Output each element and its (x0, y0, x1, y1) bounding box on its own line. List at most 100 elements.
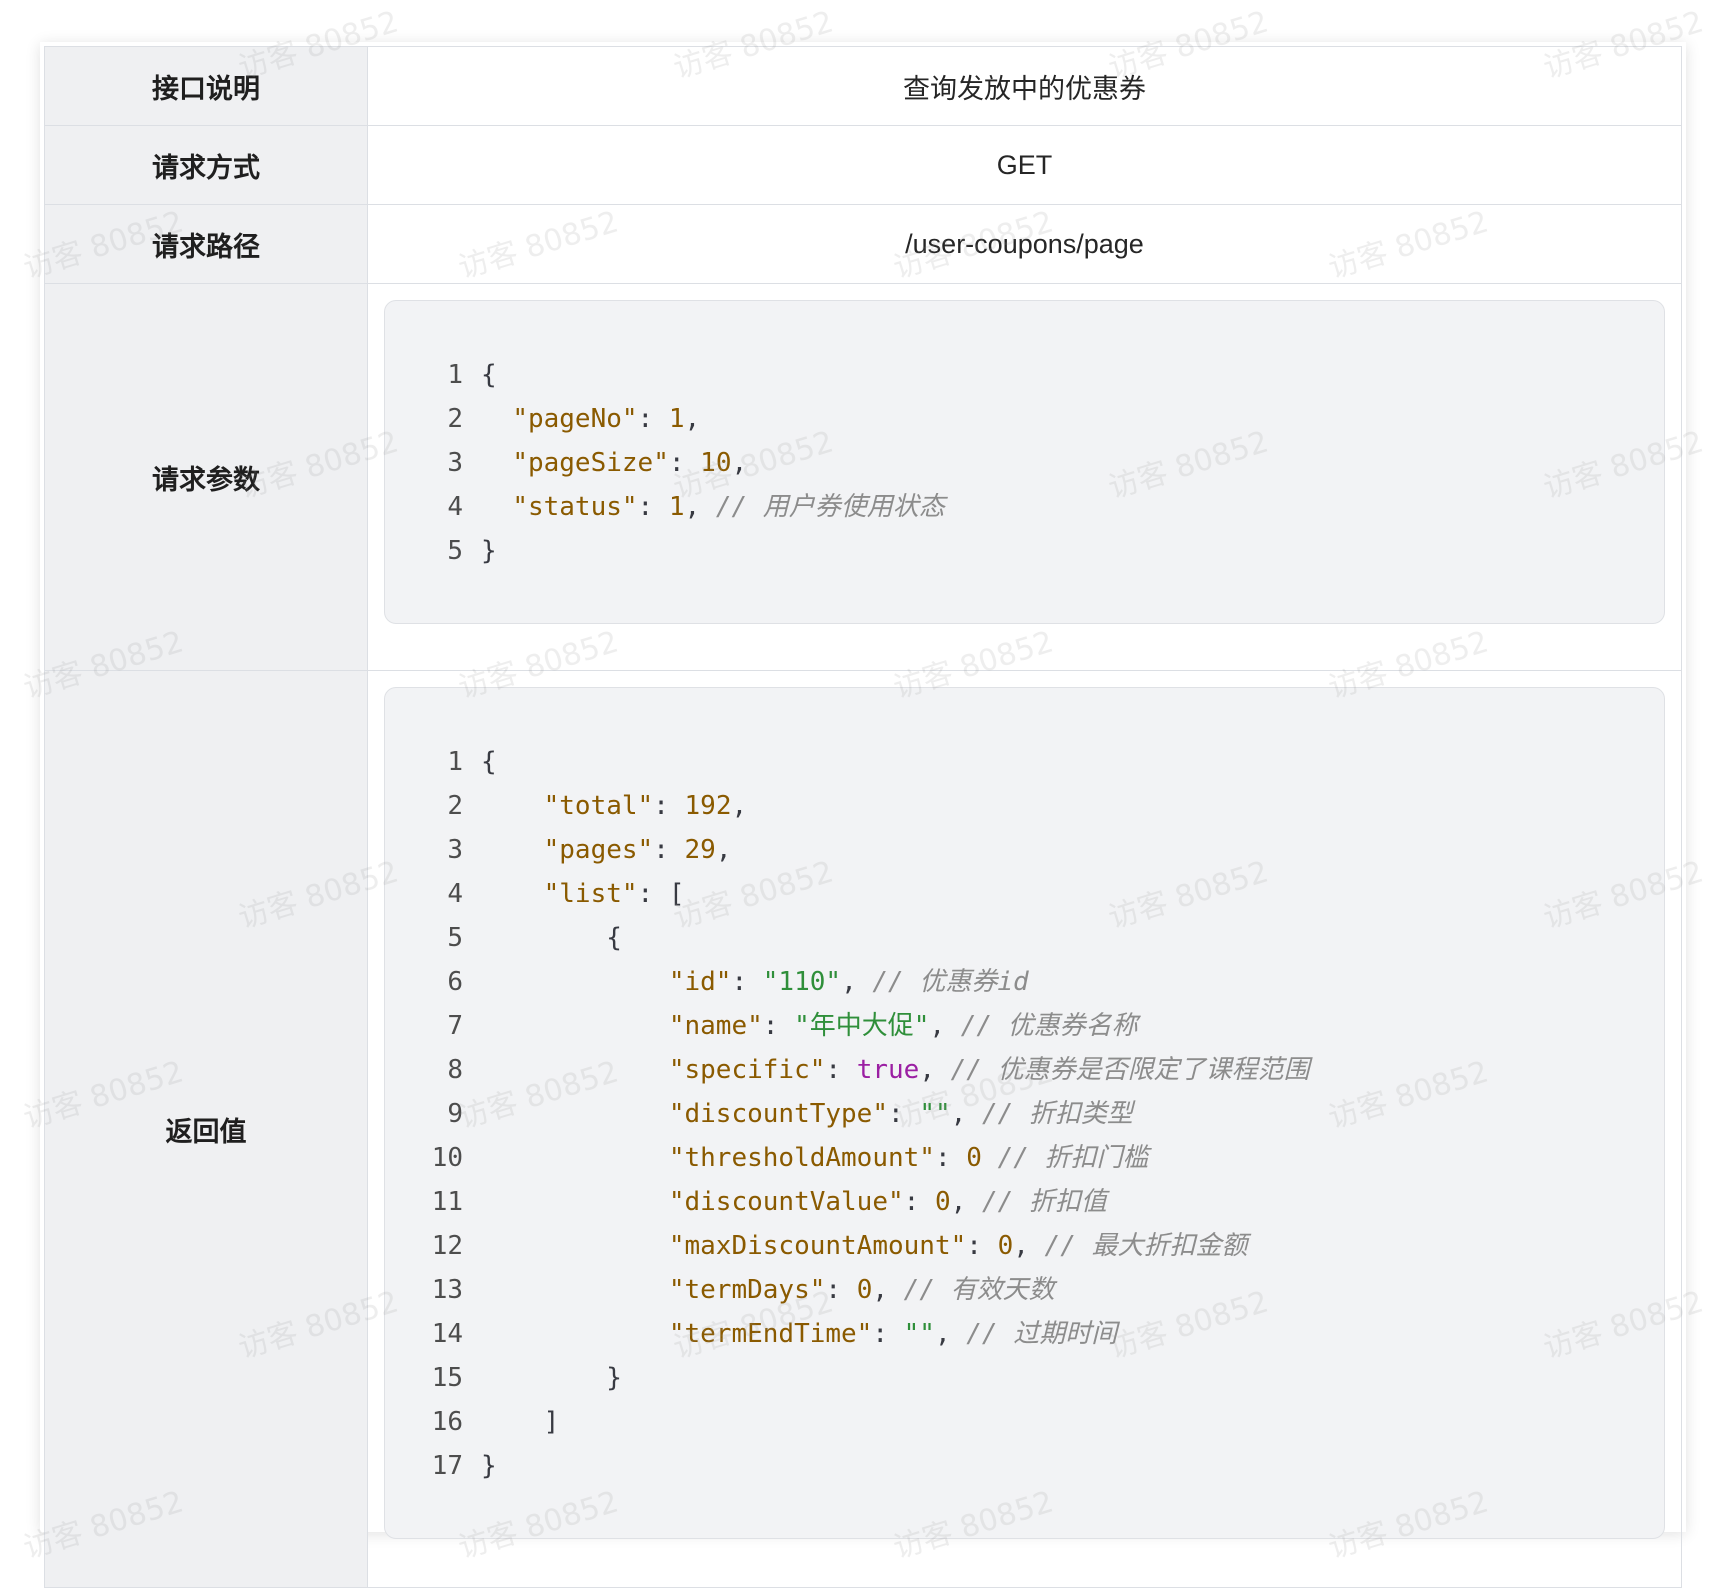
code-punct: : (637, 404, 669, 434)
code-key: "total" (543, 791, 654, 821)
line-number: 5 (447, 536, 463, 566)
response-code-block[interactable]: 1{2 "total": 192, 3 "pages": 29, 4 "list":… (384, 687, 1665, 1539)
table-row: 接口说明 查询发放中的优惠券 (44, 46, 1682, 126)
row-key-params: 请求参数 (44, 283, 368, 671)
code-line: 4 "status": 1, // 用户券使用状态 (427, 485, 1664, 529)
code-punct: , (715, 835, 732, 865)
code-punct (982, 1143, 998, 1173)
line-number: 1 (447, 360, 463, 390)
code-punct: , (731, 448, 748, 478)
code-punct: , (684, 404, 701, 434)
code-key: "maxDiscountAmount" (668, 1231, 967, 1261)
request-params-code-block[interactable]: 1{2 "pageNo": 1, 3 "pageSize": 10, 4 "stat… (384, 300, 1665, 624)
code-punct: , (872, 1275, 904, 1305)
code-punct: [ (668, 879, 685, 909)
line-number: 6 (447, 967, 463, 997)
code-comment: // 折扣门槛 (997, 1143, 1149, 1173)
code-line: 1{ (427, 740, 1664, 784)
code-line: 4 "list": [ (427, 872, 1664, 916)
code-punct: , (934, 1319, 967, 1349)
code-punct: : (653, 835, 685, 865)
code-punct: : (668, 448, 701, 478)
code-key: "discountValue" (668, 1187, 904, 1217)
code-line: 13 "termDays": 0, // 有效天数 (427, 1268, 1664, 1312)
code-key: "specific" (668, 1055, 826, 1085)
code-comment: // 有效天数 (903, 1275, 1055, 1305)
code-line: 10 "thresholdAmount": 0 // 折扣门槛 (427, 1136, 1664, 1180)
code-line: 3 "pageSize": 10, (427, 441, 1664, 485)
line-number: 9 (447, 1099, 463, 1129)
code-punct: : (888, 1099, 920, 1129)
row-key-return: 返回值 (44, 670, 368, 1588)
code-number: 0 (856, 1275, 873, 1305)
code-punct: : (762, 1011, 795, 1041)
code-line: 2 "total": 192, (427, 784, 1664, 828)
code-comment: // 过期时间 (966, 1319, 1118, 1349)
code-comment: // 优惠券是否限定了课程范围 (950, 1055, 1310, 1085)
line-number: 4 (447, 492, 463, 522)
code-punct: } (606, 1363, 622, 1393)
code-punct: : (825, 1055, 857, 1085)
code-boolean: true (856, 1055, 920, 1085)
line-number: 3 (447, 835, 463, 865)
line-number: 7 (447, 1011, 463, 1041)
code-line: 6 "id": "110", // 优惠券id (427, 960, 1664, 1004)
code-comment: // 用户券使用状态 (715, 492, 945, 522)
row-value-path: /user-coupons/page (367, 204, 1682, 284)
code-key: "list" (543, 879, 638, 909)
code-line: 2 "pageNo": 1, (427, 397, 1664, 441)
line-number: 10 (431, 1143, 463, 1173)
line-number: 16 (431, 1407, 463, 1437)
code-comment: // 折扣类型 (981, 1099, 1133, 1129)
line-number: 2 (447, 404, 463, 434)
code-string: "" (903, 1319, 935, 1349)
code-key: "pageNo" (512, 404, 638, 434)
table-row: 返回值 1{2 "total": 192, 3 "pages": 29, 4 "li… (44, 670, 1682, 1588)
line-number: 13 (431, 1275, 463, 1305)
code-punct: : (903, 1187, 935, 1217)
code-line: 14 "termEndTime": "", // 过期时间 (427, 1312, 1664, 1356)
code-line: 1{ (427, 353, 1664, 397)
code-comment: // 优惠券id (872, 967, 1029, 997)
code-punct: , (841, 967, 873, 997)
code-punct: : (653, 791, 685, 821)
code-line: 12 "maxDiscountAmount": 0, // 最大折扣金额 (427, 1224, 1664, 1268)
code-number: 0 (966, 1143, 982, 1173)
line-number: 15 (431, 1363, 463, 1393)
code-line: 17} (427, 1444, 1664, 1488)
code-line: 9 "discountType": "", // 折扣类型 (427, 1092, 1664, 1136)
code-key: "termEndTime" (668, 1319, 873, 1349)
code-punct: : (637, 492, 669, 522)
code-comment: // 折扣值 (981, 1187, 1107, 1217)
line-number: 11 (431, 1187, 463, 1217)
code-comment: // 优惠券名称 (960, 1011, 1138, 1041)
line-number: 5 (447, 923, 463, 953)
line-number: 2 (447, 791, 463, 821)
code-key: "status" (512, 492, 638, 522)
code-number: 0 (997, 1231, 1014, 1261)
code-punct: : (966, 1231, 998, 1261)
code-string: "" (919, 1099, 951, 1129)
code-line: 3 "pages": 29, (427, 828, 1664, 872)
row-value-params: 1{2 "pageNo": 1, 3 "pageSize": 10, 4 "stat… (367, 283, 1682, 671)
code-punct: : (731, 967, 763, 997)
table-row: 请求参数 1{2 "pageNo": 1, 3 "pageSize": 10, 4 … (44, 283, 1682, 671)
code-punct: , (731, 791, 748, 821)
code-punct: { (481, 360, 497, 390)
table-row: 请求路径 /user-coupons/page (44, 204, 1682, 284)
line-number: 12 (431, 1231, 463, 1261)
code-punct: , (950, 1099, 982, 1129)
line-number: 14 (431, 1319, 463, 1349)
code-punct: , (950, 1187, 982, 1217)
code-line: 8 "specific": true, // 优惠券是否限定了课程范围 (427, 1048, 1664, 1092)
code-punct: , (1013, 1231, 1045, 1261)
code-punct: } (481, 536, 497, 566)
code-string: "110" (762, 967, 842, 997)
code-line: 16 ] (427, 1400, 1664, 1444)
code-number: 192 (684, 791, 732, 821)
code-key: "pages" (543, 835, 654, 865)
line-number: 8 (447, 1055, 463, 1085)
code-number: 29 (684, 835, 716, 865)
row-value-method: GET (367, 125, 1682, 205)
code-line: 15 } (427, 1356, 1664, 1400)
